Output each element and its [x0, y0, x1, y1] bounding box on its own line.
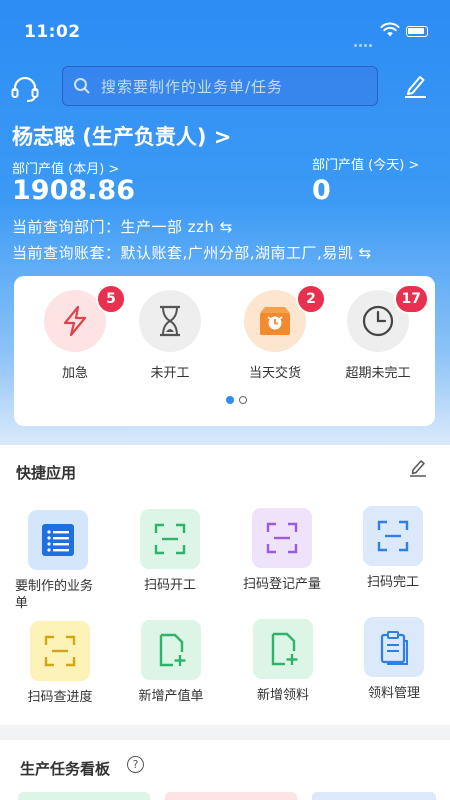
- stat-label: 当天交货: [248, 366, 301, 381]
- list-icon: [42, 524, 74, 556]
- production-task-board: 生产任务看板 ?: [0, 740, 450, 800]
- page-dot-active[interactable]: [226, 396, 234, 404]
- edit-icon[interactable]: [408, 457, 428, 477]
- app-label: 要制作的业务单: [15, 579, 94, 611]
- search-icon: [74, 78, 90, 94]
- month-output-value: 1908.86: [12, 175, 135, 206]
- user-name[interactable]: 杨志聪 (生产负责人) >: [12, 121, 231, 151]
- status-badge: 17: [393, 284, 429, 314]
- app-orders-to-make[interactable]: 要制作的业务单: [3, 510, 113, 612]
- status-badge: 2: [296, 284, 326, 314]
- search-input[interactable]: 搜索要制作的业务单/任务: [62, 66, 378, 106]
- clipboard-icon: [380, 631, 408, 665]
- status-time: 11:02: [24, 22, 81, 42]
- status-badge: 5: [96, 284, 126, 314]
- stat-overdue[interactable]: 17 超期未完工: [333, 284, 429, 381]
- wifi-icon: [380, 22, 400, 37]
- stat-not-started[interactable]: 未开工: [125, 290, 215, 381]
- app-scan-complete[interactable]: 扫码完工: [338, 506, 448, 591]
- help-icon[interactable]: ?: [127, 756, 144, 773]
- app-label: 新增领料: [256, 688, 309, 703]
- app-scan-start[interactable]: 扫码开工: [115, 509, 225, 594]
- stat-due-today[interactable]: 2 当天交货: [230, 284, 326, 381]
- today-output-label[interactable]: 部门产值 (今天) >: [312, 154, 419, 173]
- stat-label: 超期未完工: [345, 366, 411, 381]
- app-label: 扫码查进度: [27, 690, 93, 705]
- add-doc-icon: [271, 632, 298, 666]
- board-card[interactable]: [312, 792, 436, 800]
- quick-apps-panel: 快捷应用 要制作的业务单 扫码开工 扫码登记产量 扫码完工 扫码查进度 新增产值…: [0, 445, 450, 725]
- quick-apps-title: 快捷应用: [16, 464, 77, 482]
- scan-icon: [44, 635, 76, 667]
- status-bar: 11:02: [24, 22, 428, 48]
- signal-icon: [354, 32, 376, 47]
- board-title: 生产任务看板: [20, 760, 111, 778]
- stat-urgent[interactable]: 5 加急: [30, 284, 126, 381]
- query-account-books[interactable]: 当前查询账套：默认账套,广州分部,湖南工厂,易凯 ⇆: [12, 242, 372, 263]
- stat-label: 未开工: [150, 366, 190, 381]
- scan-icon: [154, 523, 186, 555]
- app-label: 新增产值单: [138, 689, 204, 704]
- app-label: 扫码登记产量: [242, 577, 321, 592]
- search-placeholder: 搜索要制作的业务单/任务: [101, 77, 284, 96]
- today-output-value: 0: [312, 175, 331, 206]
- app-label: 扫码完工: [366, 575, 419, 590]
- headset-icon[interactable]: [10, 74, 40, 104]
- scan-icon: [266, 522, 298, 554]
- add-doc-icon: [159, 633, 186, 667]
- clock-icon: [362, 305, 394, 337]
- hourglass-icon: [160, 305, 180, 337]
- board-card[interactable]: [18, 792, 150, 800]
- status-summary-card: 5 加急 未开工 2 当天交货 17 超期未完工: [14, 276, 435, 426]
- app-scan-progress[interactable]: 扫码查进度: [5, 621, 115, 706]
- top-bar: 搜索要制作的业务单/任务: [0, 66, 450, 110]
- scan-icon: [377, 520, 409, 552]
- app-label: 扫码开工: [143, 578, 196, 593]
- query-department[interactable]: 当前查询部门：生产一部 zzh ⇆: [12, 216, 233, 237]
- app-new-output-order[interactable]: 新增产值单: [116, 620, 226, 705]
- alarm-box-icon: [260, 307, 290, 335]
- stat-label: 加急: [61, 366, 88, 381]
- page-dot[interactable]: [239, 396, 247, 404]
- board-card[interactable]: [165, 792, 297, 800]
- app-material-management[interactable]: 领料管理: [339, 617, 449, 702]
- app-label: 领料管理: [367, 686, 420, 701]
- edit-icon[interactable]: [402, 72, 428, 98]
- app-new-material-pick[interactable]: 新增领料: [228, 619, 338, 704]
- app-scan-register-output[interactable]: 扫码登记产量: [227, 508, 337, 593]
- lightning-icon: [63, 305, 87, 337]
- page-indicator: [226, 396, 247, 404]
- battery-icon: [406, 26, 428, 37]
